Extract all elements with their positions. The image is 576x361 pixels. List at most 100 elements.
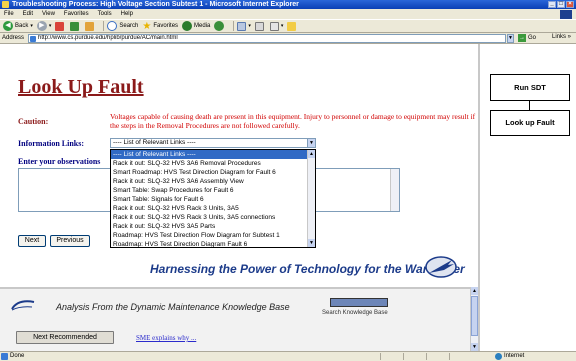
media-icon: [182, 21, 193, 31]
close-icon[interactable]: ×: [566, 1, 574, 8]
refresh-icon: [70, 21, 80, 31]
search-knowledge-base-button[interactable]: [330, 298, 388, 307]
favorites-button[interactable]: ★ Favorites: [142, 21, 178, 32]
dropdown-option[interactable]: Roadmap: HVS Test Direction Diagram Faul…: [111, 240, 307, 247]
forward-button[interactable]: ▶ ▾: [36, 21, 52, 31]
forward-dropdown-icon[interactable]: ▾: [49, 23, 52, 29]
dropdown-option[interactable]: Rack it out: SLQ-32 HVS 3A6 Removal Proc…: [111, 159, 307, 168]
mail-icon: [237, 21, 247, 31]
history-button[interactable]: [214, 21, 226, 31]
curved-arrow-icon: [11, 300, 35, 311]
window-controls: _ □ ×: [548, 1, 574, 8]
mail-button[interactable]: ▾: [237, 21, 251, 31]
stop-icon: [55, 21, 65, 31]
maximize-icon[interactable]: □: [557, 1, 565, 8]
back-arrow-icon: ◀: [3, 21, 13, 31]
scroll-up-icon[interactable]: ▲: [308, 150, 315, 158]
folder-button[interactable]: [287, 21, 298, 31]
window-title-bar[interactable]: Troubleshooting Process: High Voltage Se…: [0, 0, 576, 9]
back-dropdown-icon[interactable]: ▾: [30, 23, 33, 29]
status-separators: [380, 353, 450, 360]
page-content: Look Up Fault Caution: Voltages capable …: [0, 44, 576, 351]
ie-app-icon: [2, 1, 9, 8]
stop-button[interactable]: [55, 21, 66, 31]
refresh-button[interactable]: [70, 21, 81, 31]
dropdown-option[interactable]: Rack it out: SLQ-32 HVS Rack 3 Units, 3A…: [111, 204, 307, 213]
caution-label: Caution:: [18, 117, 49, 126]
next-button[interactable]: Next: [18, 235, 46, 247]
menu-bar: File Edit View Favorites Tools Help: [0, 9, 576, 19]
windows-logo-icon: [560, 10, 572, 19]
window-title: Troubleshooting Process: High Voltage Se…: [12, 1, 299, 8]
textarea-scrollbar[interactable]: [390, 169, 399, 211]
go-button[interactable]: → Go: [518, 34, 536, 42]
page-icon: [30, 36, 36, 42]
toolbar-separator: [103, 21, 105, 31]
dropdown-option[interactable]: Smart Roadmap: HVS Test Direction Diagra…: [111, 168, 307, 177]
previous-button[interactable]: Previous: [50, 235, 90, 247]
edit-dropdown-icon[interactable]: ▾: [281, 23, 284, 29]
process-flow-frame: Run SDT Look up Fault: [478, 44, 576, 351]
globe-icon: [495, 353, 502, 360]
go-arrow-icon: →: [518, 34, 526, 42]
caution-text: Voltages capable of causing death are pr…: [110, 112, 476, 130]
knowledge-base-scrollbar[interactable]: ▲ ▼: [470, 287, 478, 351]
dropdown-scrollbar[interactable]: ▲ ▼: [307, 150, 315, 247]
flow-step-look-up-fault[interactable]: Look up Fault: [490, 110, 570, 136]
select-dropdown-icon[interactable]: ▼: [307, 139, 315, 147]
information-links-select[interactable]: ---- List of Relevant Links ---- ▼: [110, 138, 316, 148]
dropdown-option[interactable]: Rack it out: SLQ-32 HVS 3A6 Assembly Vie…: [111, 177, 307, 186]
search-knowledge-base-label[interactable]: Search Knowledge Base: [322, 310, 388, 316]
address-bar: Address http://www.cs.purdue.edu/hplib/p…: [0, 33, 576, 44]
information-links-dropdown-list: ---- List of Relevant Links ---- Rack it…: [110, 149, 316, 248]
edit-button[interactable]: ▾: [269, 21, 284, 31]
address-input[interactable]: http://www.cs.purdue.edu/hplib/purdue/AC…: [28, 34, 506, 43]
search-icon: [107, 21, 118, 31]
menu-help[interactable]: Help: [121, 11, 133, 17]
back-button[interactable]: ◀ Back ▾: [3, 21, 33, 31]
page-title: Look Up Fault: [18, 76, 144, 98]
dropdown-option[interactable]: Roadmap: HVS Test Direction Flow Diagram…: [111, 231, 307, 240]
scroll-up-icon[interactable]: ▲: [471, 287, 478, 295]
edit-icon: [269, 21, 279, 31]
jet-logo-icon: [425, 256, 457, 278]
mail-dropdown-icon[interactable]: ▾: [248, 23, 251, 29]
history-icon: [214, 21, 225, 31]
media-button[interactable]: Media: [182, 21, 210, 31]
star-icon: ★: [142, 20, 152, 32]
menu-tools[interactable]: Tools: [98, 11, 112, 17]
minimize-icon[interactable]: _: [548, 1, 556, 8]
menu-file[interactable]: File: [4, 11, 14, 17]
address-dropdown-icon[interactable]: ▼: [507, 34, 514, 43]
dropdown-option[interactable]: Smart Table: Swap Procedures for Fault 6: [111, 186, 307, 195]
tagline: Harnessing the Power of Technology for t…: [150, 262, 465, 276]
home-icon: [85, 21, 95, 31]
dropdown-option[interactable]: Rack it out: SLQ-32 HVS Rack 3 Units, 3A…: [111, 213, 307, 222]
scroll-down-icon[interactable]: ▼: [471, 343, 478, 351]
dropdown-option[interactable]: Smart Table: Signals for Fault 6: [111, 195, 307, 204]
toolbar: ◀ Back ▾ ▶ ▾ Search ★ Favorites Media ▾ …: [0, 19, 576, 33]
page-done-icon: [1, 353, 8, 360]
sme-explains-link[interactable]: SME explains why ...: [136, 334, 196, 342]
knowledge-base-frame: Analysis From the Dynamic Maintenance Kn…: [0, 287, 470, 351]
address-label: Address: [2, 35, 25, 41]
forward-arrow-icon: ▶: [36, 21, 47, 31]
menu-edit[interactable]: Edit: [23, 11, 33, 17]
knowledge-base-title: Analysis From the Dynamic Maintenance Kn…: [56, 302, 290, 312]
print-button[interactable]: [254, 21, 266, 31]
menu-view[interactable]: View: [42, 11, 55, 17]
folder-icon: [287, 21, 297, 31]
search-button[interactable]: Search: [107, 21, 138, 31]
scroll-thumb[interactable]: [471, 296, 478, 336]
flow-step-run-sdt[interactable]: Run SDT: [490, 74, 570, 101]
dropdown-option[interactable]: ---- List of Relevant Links ----: [111, 150, 307, 159]
links-button[interactable]: Links »: [552, 34, 571, 40]
scroll-down-icon[interactable]: ▼: [308, 239, 315, 247]
dropdown-option[interactable]: Rack it out: SLQ-32 HVS 3A5 Parts: [111, 222, 307, 231]
menu-favorites[interactable]: Favorites: [64, 11, 89, 17]
home-button[interactable]: [85, 21, 96, 31]
status-text: Done: [10, 353, 25, 359]
next-recommended-button[interactable]: Next Recommended: [16, 331, 114, 344]
internet-zone: Internet: [494, 352, 524, 361]
print-icon: [254, 21, 264, 31]
